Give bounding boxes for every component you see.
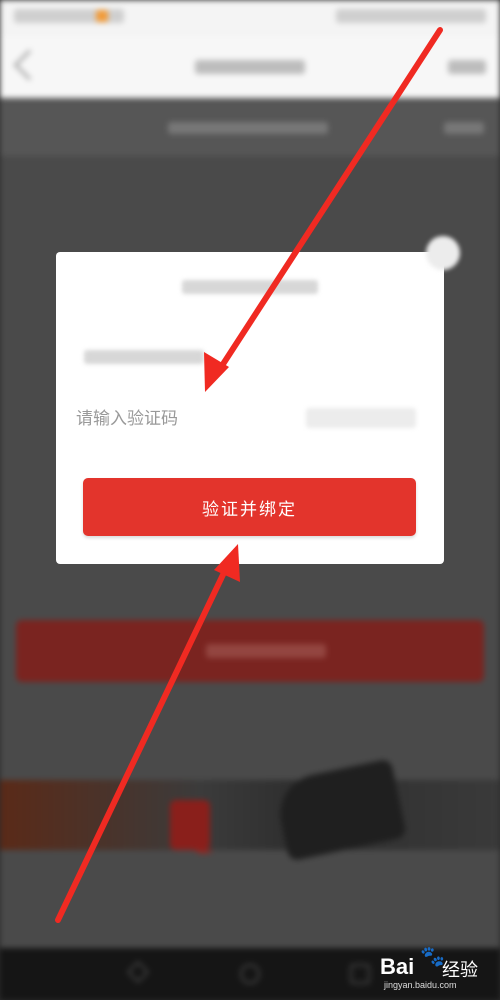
system-back-icon[interactable] (126, 960, 150, 984)
watermark-url: jingyan.baidu.com (384, 980, 457, 990)
dimmed-banner (0, 780, 500, 850)
dimmed-primary-button-text (206, 644, 326, 658)
system-recent-apps-icon[interactable] (350, 964, 370, 984)
navigation-bar (0, 36, 500, 98)
phone-number-blurred (84, 350, 204, 364)
back-arrow-icon (13, 49, 45, 81)
notification-icon (96, 10, 108, 22)
close-icon[interactable] (426, 236, 460, 270)
verification-code-input[interactable] (76, 402, 286, 436)
system-home-icon[interactable] (240, 964, 260, 984)
baidu-jingyan-watermark: Bai 🐾 经验 jingyan.baidu.com (376, 942, 486, 992)
get-code-button-blurred[interactable] (306, 408, 416, 428)
verify-and-bind-button[interactable]: 验证并绑定 (83, 478, 416, 536)
status-indicators-blurred (336, 9, 486, 23)
watermark-product: 经验 (442, 960, 478, 981)
nav-title-blurred (195, 60, 305, 74)
dimmed-row-action (444, 122, 484, 134)
nav-action-blurred (448, 60, 486, 74)
status-bar (0, 0, 500, 36)
dimmed-row (0, 98, 500, 156)
watermark-brand: Bai (380, 954, 415, 979)
verification-dialog: 验证并绑定 (56, 236, 460, 564)
dialog-title-blurred (182, 280, 318, 294)
dimmed-banner-graphic (170, 800, 210, 850)
dimmed-primary-button (16, 620, 484, 682)
dimmed-row-text (168, 122, 328, 134)
